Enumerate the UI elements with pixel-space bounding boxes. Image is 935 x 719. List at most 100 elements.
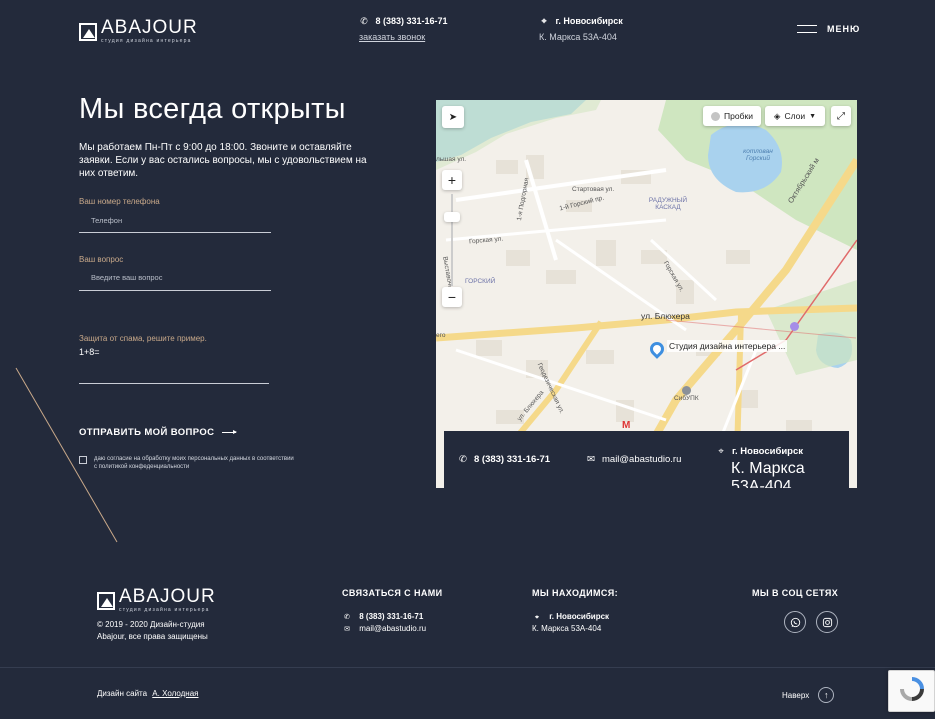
footer-contact-title: СВЯЗАТЬСЯ С НАМИ xyxy=(342,588,443,598)
menu-label: МЕНЮ xyxy=(827,24,861,34)
district-label-raduzhny: РАДУЖНЫЙ КАСКАД xyxy=(648,197,688,211)
contact-bar-city: г. Новосибирск xyxy=(732,446,804,457)
footer-logo-subtitle: студия дизайна интерьера xyxy=(119,607,210,613)
contact-bar-email-text: mail@abastudio.ru xyxy=(602,454,682,465)
header-phone-number[interactable]: 8 (383) 331-16-71 xyxy=(376,16,448,26)
traffic-label: Пробки xyxy=(724,111,753,121)
submit-button[interactable]: ОТПРАВИТЬ МОЙ ВОПРОС xyxy=(79,427,238,438)
phone-field-label: Ваш номер телефона xyxy=(79,197,160,206)
zoom-in-button[interactable]: + xyxy=(442,170,462,190)
hamburger-icon xyxy=(797,25,817,33)
callback-link[interactable]: заказать звонок xyxy=(359,32,425,42)
mail-icon: ✉ xyxy=(587,454,595,465)
navigation-arrow-icon: ➤ xyxy=(448,111,458,123)
lake-label-line1: котлован xyxy=(743,148,773,155)
office-marker[interactable]: Студия дизайна интерьера ... xyxy=(647,339,788,359)
lake-label-line2: Горский xyxy=(746,155,770,162)
poi-label-sibupk: СибУПК xyxy=(674,395,699,402)
district-label-gorsky: ГОРСКИЙ xyxy=(465,278,496,285)
contact-bar-address-text: К. Маркса 53А-404 xyxy=(731,460,805,488)
page-title: Мы всегда открыты xyxy=(79,93,346,125)
location-marker-icon xyxy=(647,339,667,359)
logo-text: ABAJOUR xyxy=(101,17,198,38)
geolocation-button[interactable]: ➤ xyxy=(442,106,464,128)
question-input[interactable]: Введите ваш вопрос xyxy=(91,273,271,282)
phone-input[interactable]: Телефон xyxy=(91,216,271,225)
location-pin-icon: ⌖ xyxy=(718,446,724,457)
layers-label: Слои xyxy=(784,111,806,121)
phone-icon: ✆ xyxy=(459,454,467,465)
phone-icon: ✆ xyxy=(344,614,350,621)
instagram-button[interactable] xyxy=(816,611,838,633)
zoom-slider-handle[interactable] xyxy=(444,212,460,222)
contact-bar-email[interactable]: ✉ mail@abastudio.ru xyxy=(586,454,681,465)
footer-city: ⌖ г. Новосибирск xyxy=(532,612,609,622)
consent-checkbox[interactable] xyxy=(79,456,87,464)
question-field-label: Ваш вопрос xyxy=(79,255,124,264)
consent-text: даю согласие на обработку моих персональ… xyxy=(94,456,294,470)
footer-logo-text: ABAJOUR xyxy=(119,586,216,607)
contact-bar-phone[interactable]: ✆ 8 (383) 331-16-71 xyxy=(458,454,550,465)
back-to-top-label: Наверх xyxy=(782,690,810,700)
recaptcha-badge[interactable] xyxy=(888,670,935,712)
street-label-lshaya: льшая ул. xyxy=(436,156,467,163)
instagram-icon xyxy=(822,617,832,627)
copyright-line-2: Abajour, все права защищены xyxy=(97,632,208,641)
captcha-expression: 1+8= xyxy=(79,347,100,357)
sibupk-poi[interactable]: СибУПК xyxy=(674,386,699,402)
captcha-input[interactable] xyxy=(79,383,269,384)
lead-text: Мы работаем Пн-Пт с 9:00 до 18:00. Звони… xyxy=(79,142,367,179)
map-contact-bar: ✆ 8 (383) 331-16-71 ✉ mail@abastudio.ru … xyxy=(444,431,849,488)
footer-logo[interactable]: ABAJOUR студия дизайна интерьера xyxy=(97,586,216,613)
expand-icon: ⤢ xyxy=(837,110,845,122)
chevron-down-icon: ▼ xyxy=(809,112,817,120)
traffic-icon xyxy=(711,111,721,121)
zoom-slider[interactable] xyxy=(451,194,453,286)
phone-input-underline xyxy=(79,232,271,233)
header-phone[interactable]: ✆ 8 (383) 331-16-71 xyxy=(359,16,448,27)
map-widget[interactable]: ул. Блюхера Октябрьский м Стартовая ул. … xyxy=(436,100,857,488)
zoom-out-button[interactable]: − xyxy=(442,287,462,307)
logo-mark-icon xyxy=(79,22,97,41)
location-pin-icon: ⌖ xyxy=(541,16,547,26)
header-city: ⌖ г. Новосибирск xyxy=(539,16,622,27)
logo-mark-icon xyxy=(97,591,115,610)
footer-address: К. Маркса 53А-404 xyxy=(532,624,602,633)
location-pin-icon: ⌖ xyxy=(535,614,539,621)
contact-bar-address: ⌖ г. Новосибирск К. Маркса 53А-404 xyxy=(716,446,849,488)
layers-icon: ◈ xyxy=(773,110,781,121)
footer-phone[interactable]: ✆ 8 (383) 331-16-71 xyxy=(342,612,423,621)
traffic-button[interactable]: Пробки xyxy=(703,106,761,126)
whatsapp-button[interactable] xyxy=(784,611,806,633)
question-input-underline xyxy=(79,290,271,291)
poi-icon xyxy=(681,386,691,395)
plus-icon: + xyxy=(447,172,457,188)
footer-email[interactable]: ✉ mail@abastudio.ru xyxy=(342,624,426,633)
contact-bar-phone-text: 8 (383) 331-16-71 xyxy=(474,454,551,465)
menu-button[interactable]: МЕНЮ xyxy=(797,24,860,34)
logo-subtitle: студия дизайна интерьера xyxy=(101,38,192,44)
street-label-bluhera-main: ул. Блюхера xyxy=(641,311,690,321)
fullscreen-button[interactable]: ⤢ xyxy=(831,106,851,126)
marker-label: Студия дизайна интерьера ... xyxy=(667,340,788,352)
whatsapp-icon xyxy=(790,617,800,627)
arrow-right-icon xyxy=(222,430,238,434)
footer-city-text: г. Новосибирск xyxy=(549,612,610,621)
back-to-top-button[interactable]: Наверх ↑ xyxy=(782,687,835,703)
design-credit: Дизайн сайта А. Холодная xyxy=(97,689,199,698)
footer-social-title: МЫ В СОЦ СЕТЯХ xyxy=(752,588,839,598)
poi-pin-icon[interactable] xyxy=(790,322,799,331)
footer-phone-text: 8 (383) 331-16-71 xyxy=(359,612,424,621)
design-credit-author-link[interactable]: А. Холодная xyxy=(152,689,198,698)
street-label-ego: его xyxy=(436,332,446,339)
copyright-line-1: © 2019 - 2020 Дизайн-студия xyxy=(97,620,205,629)
arrow-up-icon: ↑ xyxy=(818,687,835,703)
header-address: К. Маркса 53А-404 xyxy=(539,32,617,42)
phone-icon: ✆ xyxy=(360,16,368,26)
header-logo[interactable]: ABAJOUR студия дизайна интерьера xyxy=(79,17,198,44)
metro-icon[interactable]: M xyxy=(622,420,630,431)
footer-location-title: МЫ НАХОДИМСЯ: xyxy=(532,588,619,598)
footer-divider xyxy=(0,667,935,668)
layers-button[interactable]: ◈ Слои ▼ xyxy=(765,106,825,126)
map-canvas[interactable] xyxy=(436,100,857,488)
